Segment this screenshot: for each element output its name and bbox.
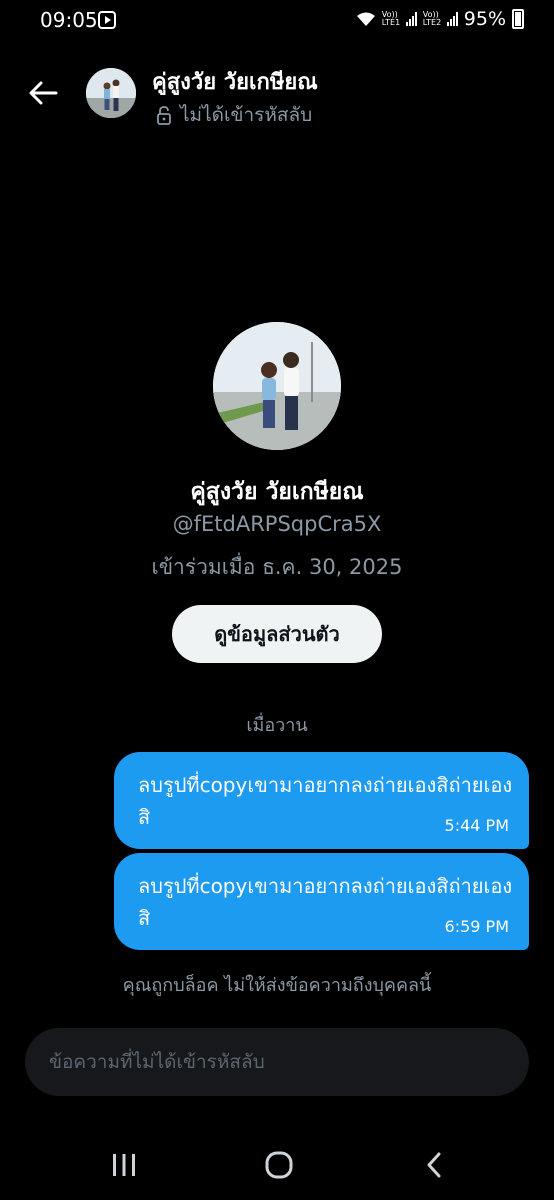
profile-avatar[interactable] [213,322,341,450]
header-name[interactable]: คู่สูงวัย วัยเกษียณ [152,64,318,99]
recents-icon[interactable] [110,1152,138,1178]
back-arrow-icon[interactable] [26,76,60,110]
status-icons: Vo)) LTE1 Vo)) LTE2 95% [356,8,524,30]
status-time: 09:05 [40,8,98,32]
status-bar: 09:05 Vo)) LTE1 Vo)) LTE2 95% [0,0,554,44]
message-time: 6:59 PM [444,917,509,936]
signal-icon: Vo)) LTE2 [423,11,458,27]
profile-joined-date: เข้าร่วมเมื่อ ธ.ค. 30, 2025 [151,555,403,579]
message-bubble[interactable]: ลบรูปที่copyเขามาอยากลงถ่ายเองสิถ่ายเองส… [114,752,529,849]
blocked-notice: คุณถูกบล็อค ไม่ให้ส่งข้อความถึงบุคคลนี้ [122,975,432,996]
home-icon[interactable] [264,1150,294,1180]
date-separator: เมื่อวาน [246,715,308,736]
signal-icon: Vo)) LTE1 [382,11,417,27]
wifi-icon [356,12,375,26]
battery-percent: 95% [463,8,506,30]
header-avatar[interactable] [86,68,136,118]
sim1-label: Vo)) LTE1 [381,10,401,27]
dm-conversation-screen: 09:05 Vo)) LTE1 Vo)) LTE2 95% คู่สูงวัย … [0,0,554,1200]
profile-name: คู่สูงวัย วัยเกษียณ [190,479,364,505]
encryption-status-text: ไม่ได้เข้ารหัสลับ [180,104,313,126]
message-composer[interactable] [25,1028,529,1096]
sim2-label: Vo)) LTE2 [422,10,442,27]
message-bubble[interactable]: ลบรูปที่copyเขามาอยากลงถ่ายเองสิถ่ายเองส… [114,853,529,950]
system-nav-bar [0,1130,554,1200]
conversation-header: คู่สูงวัย วัยเกษียณ ไม่ได้เข้ารหัสลับ [0,56,554,130]
nav-back-icon[interactable] [424,1150,444,1180]
encryption-status[interactable]: ไม่ได้เข้ารหัสลับ [156,100,312,130]
lock-icon [157,106,171,125]
battery-icon [512,9,524,29]
message-time: 5:44 PM [444,816,509,835]
view-profile-button[interactable]: ดูข้อมูลส่วนตัว [172,605,382,663]
play-badge-icon [98,11,116,29]
profile-handle: @fEtdARPSqpCra5X [172,512,382,536]
message-input[interactable] [49,1028,509,1096]
